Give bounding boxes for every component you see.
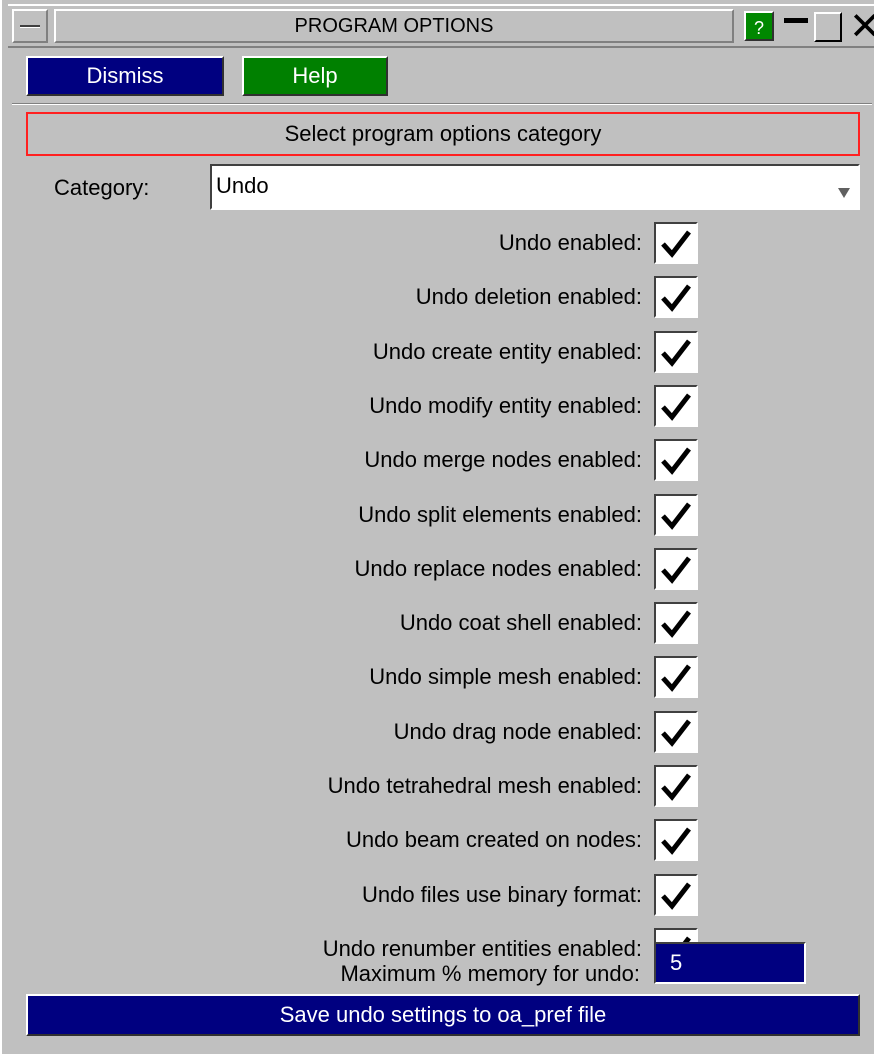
option-label: Undo deletion enabled: [415, 284, 642, 309]
option-checkbox[interactable] [654, 711, 698, 753]
minimize-icon[interactable] [782, 14, 810, 40]
option-checkbox[interactable] [654, 222, 698, 264]
checkmark-icon [661, 502, 691, 530]
option-row: Undo create entity enabled: [2, 331, 702, 377]
option-checkbox[interactable] [654, 439, 698, 481]
close-icon[interactable]: ✕ [848, 8, 874, 46]
window-title: PROGRAM OPTIONS [54, 9, 734, 43]
option-row: Undo deletion enabled: [2, 276, 702, 322]
checkmark-icon [661, 556, 691, 584]
category-label: Category: [54, 175, 150, 200]
dropdown-arrow-icon [838, 188, 850, 198]
help-question-button[interactable]: ? [744, 11, 774, 41]
option-checkbox[interactable] [654, 765, 698, 807]
option-label: Undo beam created on nodes: [346, 827, 642, 852]
option-label: Undo coat shell enabled: [399, 610, 642, 635]
option-checkbox[interactable] [654, 819, 698, 861]
option-label: Undo split elements enabled: [358, 502, 642, 527]
checkmark-icon [661, 447, 691, 475]
checkmark-icon [661, 882, 691, 910]
option-label: Undo merge nodes enabled: [364, 447, 642, 472]
option-label: Undo simple mesh enabled: [369, 664, 642, 689]
save-settings-button[interactable]: Save undo settings to oa_pref file [26, 994, 860, 1036]
checkmark-icon [661, 827, 691, 855]
menu-bar-icon [20, 25, 40, 28]
divider [12, 103, 872, 105]
checkmark-icon [661, 719, 691, 747]
option-label: Undo files use binary format: [361, 882, 642, 907]
option-label: Undo modify entity enabled: [369, 393, 642, 418]
title-bar: PROGRAM OPTIONS ? ✕ [8, 4, 874, 48]
option-checkbox[interactable] [654, 385, 698, 427]
checkmark-icon [661, 393, 691, 421]
checkmark-icon [661, 230, 691, 258]
checkmark-icon [661, 610, 691, 638]
option-checkbox[interactable] [654, 656, 698, 698]
option-checkbox[interactable] [654, 276, 698, 318]
checkmark-icon [661, 284, 691, 312]
option-checkbox[interactable] [654, 602, 698, 644]
option-checkbox[interactable] [654, 494, 698, 536]
category-header: Select program options category [26, 112, 860, 156]
checkmark-icon [661, 664, 691, 692]
option-label: Undo drag node enabled: [393, 719, 642, 744]
option-row: Undo enabled: [2, 222, 702, 268]
memory-input[interactable]: 5 [654, 942, 806, 984]
category-select[interactable]: Undo [210, 164, 860, 210]
option-row: Undo coat shell enabled: [2, 602, 702, 648]
option-row: Undo merge nodes enabled: [2, 439, 702, 485]
option-label: Undo create entity enabled: [372, 339, 642, 364]
help-button[interactable]: Help [242, 56, 388, 96]
checkmark-icon [661, 339, 691, 367]
maximize-icon[interactable] [814, 12, 842, 42]
option-checkbox[interactable] [654, 548, 698, 590]
option-row: Undo simple mesh enabled: [2, 656, 702, 702]
option-row: Undo tetrahedral mesh enabled: [2, 765, 702, 811]
memory-label: Maximum % memory for undo: [340, 961, 640, 986]
dismiss-button[interactable]: Dismiss [26, 56, 224, 96]
option-label: Undo replace nodes enabled: [354, 556, 642, 581]
checkmark-icon [661, 773, 691, 801]
option-row: Undo drag node enabled: [2, 711, 702, 757]
option-label: Undo enabled: [498, 230, 642, 255]
option-checkbox[interactable] [654, 874, 698, 916]
option-row: Undo replace nodes enabled: [2, 548, 702, 594]
option-row: Undo beam created on nodes: [2, 819, 702, 865]
option-row: Undo modify entity enabled: [2, 385, 702, 431]
window-menu-button[interactable] [12, 9, 48, 43]
category-value: Undo [216, 173, 269, 198]
option-row: Undo split elements enabled: [2, 494, 702, 540]
option-label: Undo tetrahedral mesh enabled: [327, 773, 642, 798]
program-options-window: PROGRAM OPTIONS ? ✕ Dismiss Help Select … [0, 0, 874, 1054]
option-checkbox[interactable] [654, 331, 698, 373]
option-row: Undo files use binary format: [2, 874, 702, 920]
